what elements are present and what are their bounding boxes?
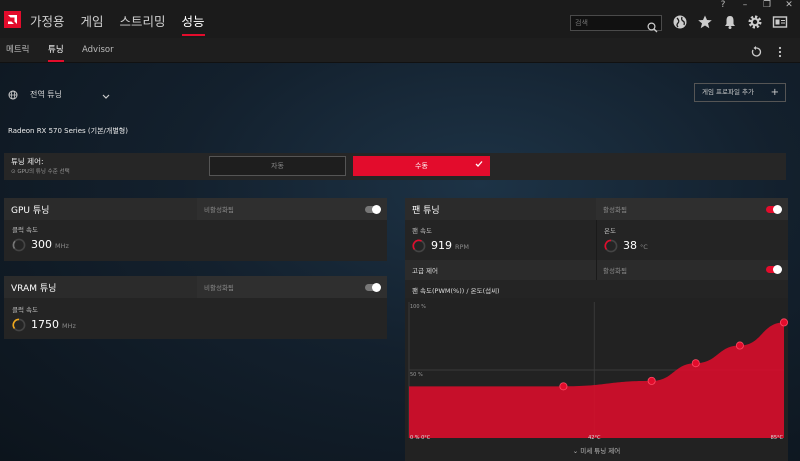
vram-tuning-header: VRAM 튜닝 비활성화됨 (4, 276, 387, 298)
main-nav: 가정용 게임 스트리밍 성능 (30, 0, 221, 38)
nav-streaming[interactable]: 스트리밍 (120, 0, 166, 38)
gpu-clock-value: 300 (31, 238, 52, 251)
globe-icon (8, 85, 18, 104)
fan-curve-point[interactable] (647, 376, 656, 385)
bell-icon[interactable] (722, 14, 740, 32)
manual-tuning-button[interactable]: 수동 (353, 156, 490, 176)
auto-tuning-button[interactable]: 자동 (209, 156, 346, 176)
tab-metrics[interactable]: 메트릭 (6, 38, 29, 62)
y-tick-label: 100 % (410, 304, 426, 310)
fan-tuning-panel: 팬 튜닝 활성화됨 팬 속도 919 RPM 온도 38 °C 고급 제어 활성화됨… (405, 198, 788, 298)
nav-performance[interactable]: 성능 (181, 0, 205, 38)
star-icon[interactable] (697, 14, 715, 32)
check-icon (475, 157, 483, 175)
fan-speed-value: 919 (431, 239, 452, 252)
gpu-clock-unit: MHz (55, 242, 69, 250)
gpu-tuning-panel: GPU 튜닝 비활성화됨 클럭 속도 300 MHz (4, 198, 387, 261)
profile-selector[interactable]: 전역 튜닝 (8, 86, 110, 102)
fan-speed-value-group: 919 RPM (431, 239, 469, 252)
tuning-control-subtitle: ⊙ GPU의 튜닝 수준 선택 (11, 169, 70, 175)
tuning-control-row: 튜닝 제어: ⊙ GPU의 튜닝 수준 선택 자동 수동 (4, 153, 786, 180)
help-button[interactable]: ? (712, 0, 734, 11)
plus-icon: + (770, 87, 779, 98)
search-icon[interactable] (647, 18, 658, 37)
tab-tuning[interactable]: 튜닝 (48, 38, 64, 62)
nav-home[interactable]: 가정용 (30, 0, 65, 38)
gpu-tuning-toggle[interactable] (365, 205, 381, 214)
tuning-control-title: 튜닝 제어: (11, 157, 44, 166)
x-tick-label: 42°C (588, 435, 601, 441)
vram-clock-unit: MHz (62, 322, 76, 330)
fan-curve-svg[interactable]: 100 % 50 % 0 % 0°C 42°C 85°C (405, 298, 788, 442)
nav-gaming[interactable]: 게임 (81, 0, 104, 38)
add-game-profile-label: 게임 프로파일 추가 (702, 88, 754, 96)
sub-tab-bar: 메트릭 튜닝 Advisor (0, 38, 800, 63)
auto-tuning-label: 자동 (271, 162, 284, 170)
search-input[interactable] (575, 17, 645, 29)
gear-icon[interactable] (747, 14, 765, 32)
temp-unit: °C (640, 243, 648, 251)
globe-icon[interactable] (672, 14, 690, 32)
chevron-down-icon[interactable] (102, 85, 110, 104)
gpu-clock-label: 클럭 속도 (12, 226, 38, 234)
advanced-control-toggle[interactable] (766, 265, 782, 274)
fan-curve-point[interactable] (779, 318, 788, 327)
reset-icon[interactable] (750, 43, 764, 57)
more-options-icon[interactable] (774, 43, 788, 58)
fan-chart-title: 팬 속도(PWM(%)) / 온도(섭씨) (412, 287, 500, 295)
gpu-clock-gauge-icon (12, 237, 26, 252)
maximize-button[interactable]: ❐ (756, 0, 778, 11)
temp-value-group: 38 °C (623, 239, 648, 252)
sub-icons (740, 43, 788, 58)
fan-curve-point[interactable] (735, 341, 744, 350)
fan-curve-point[interactable] (559, 382, 568, 391)
fan-curve-point[interactable] (691, 359, 700, 368)
advanced-control-row: 고급 제어 활성화됨 (405, 260, 788, 280)
fan-tuning-title: 팬 튜닝 (412, 206, 440, 216)
temp-gauge-icon (604, 238, 618, 253)
top-icons (665, 14, 790, 32)
advanced-control-label: 고급 제어 (412, 267, 438, 275)
profile-name: 전역 튜닝 (30, 89, 62, 99)
advanced-control-state: 활성화됨 (603, 267, 627, 275)
vram-tuning-panel: VRAM 튜닝 비활성화됨 클럭 속도 1750 MHz (4, 276, 387, 339)
vram-clock-value-group: 1750 MHz (31, 318, 76, 331)
account-icon[interactable] (772, 14, 790, 32)
window-controls: ? – ❐ ✕ (712, 0, 800, 11)
search-box[interactable] (570, 15, 662, 33)
fan-speed-gauge-icon (412, 238, 426, 253)
fine-tune-control-button[interactable]: ⌄ 미세 튜닝 제어 (405, 442, 788, 461)
fan-speed-label: 팬 속도 (412, 227, 433, 235)
minimize-button[interactable]: – (734, 0, 756, 11)
tab-advisor[interactable]: Advisor (82, 38, 114, 62)
vram-clock-value: 1750 (31, 318, 59, 331)
gpu-clock-value-group: 300 MHz (31, 238, 69, 251)
vram-tuning-state: 비활성화됨 (204, 284, 234, 292)
x-tick-label: 85°C (771, 435, 784, 441)
temp-label: 온도 (604, 227, 616, 235)
fan-speed-unit: RPM (455, 243, 470, 251)
close-button[interactable]: ✕ (778, 0, 800, 11)
vram-tuning-toggle[interactable] (365, 283, 381, 292)
gpu-tuning-title: GPU 튜닝 (11, 206, 50, 216)
vram-tuning-title: VRAM 튜닝 (11, 284, 57, 294)
x-tick-label: 0 % 0°C (410, 435, 431, 441)
temp-value: 38 (623, 239, 637, 252)
fan-tuning-header: 팬 튜닝 활성화됨 (405, 198, 788, 220)
fan-tuning-state: 활성화됨 (603, 206, 627, 214)
fine-tune-control-label: 미세 튜닝 제어 (580, 447, 621, 455)
add-game-profile-button[interactable]: 게임 프로파일 추가 + (694, 83, 786, 102)
amd-logo-icon (4, 11, 21, 28)
gpu-tuning-state: 비활성화됨 (204, 206, 234, 214)
fan-tuning-toggle[interactable] (766, 205, 782, 214)
fan-curve-chart[interactable]: 100 % 50 % 0 % 0°C 42°C 85°C (405, 298, 788, 442)
manual-tuning-label: 수동 (415, 162, 428, 170)
gpu-tuning-header: GPU 튜닝 비활성화됨 (4, 198, 387, 220)
vram-clock-label: 클럭 속도 (12, 306, 38, 314)
gpu-name: Radeon RX 570 Series (기본/개별형) (8, 127, 128, 135)
vram-clock-gauge-icon (12, 317, 26, 332)
y-tick-label: 50 % (410, 372, 423, 378)
top-bar: 가정용 게임 스트리밍 성능 ? – ❐ ✕ (0, 0, 800, 38)
